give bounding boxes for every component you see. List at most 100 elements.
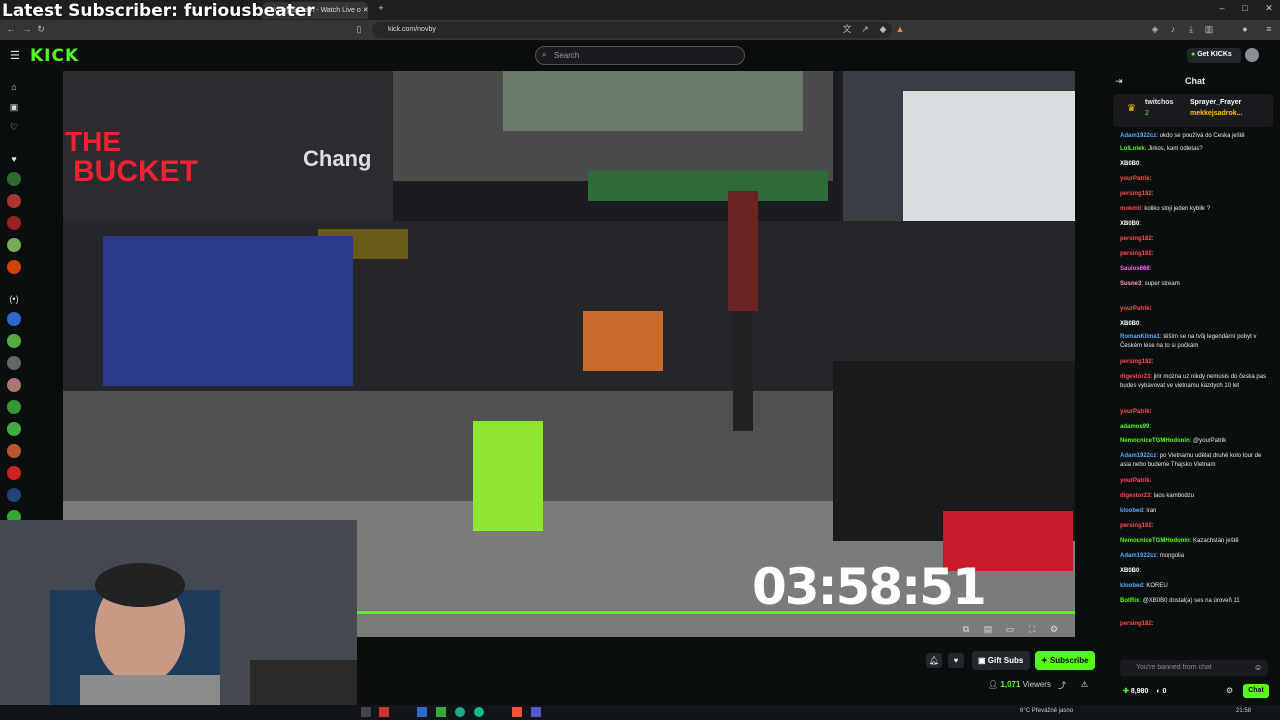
chat-username[interactable]: persing182: [1120, 523, 1152, 529]
follow-heart-icon[interactable]: ♥: [948, 653, 964, 668]
chat-username[interactable]: yourPatrik: [1120, 478, 1150, 484]
chat-username[interactable]: Adam1922cz: [1120, 453, 1156, 459]
chat-username[interactable]: mokmil: [1120, 206, 1141, 212]
bell-icon[interactable]: 🔔︎: [926, 653, 942, 668]
taskbar-app-7[interactable]: [512, 707, 522, 717]
home-icon[interactable]: ⌂: [7, 80, 21, 94]
taskbar-app-6[interactable]: [474, 707, 484, 717]
avatar[interactable]: [1245, 48, 1259, 62]
following-icon[interactable]: ♡: [7, 120, 21, 134]
share-stream-icon[interactable]: ⤴: [1058, 680, 1066, 691]
chat-username[interactable]: persing182: [1120, 236, 1152, 242]
forward-icon[interactable]: →: [22, 24, 32, 34]
gift-subs-button[interactable]: ▣ Gift Subs: [972, 651, 1030, 670]
pip-icon[interactable]: ⧉: [960, 624, 972, 634]
channel-avatar-12[interactable]: [7, 444, 21, 458]
chat-input[interactable]: You're banned from chat: [1120, 660, 1268, 676]
translate-icon[interactable]: 文: [842, 24, 852, 34]
heart-icon[interactable]: ♥: [7, 152, 21, 166]
get-kicks-button[interactable]: ● Get KICKs: [1187, 48, 1241, 63]
chat-username[interactable]: digestor23: [1120, 493, 1150, 499]
chat-username[interactable]: Adam1922cz: [1120, 553, 1156, 559]
menu-icon[interactable]: ≡: [1264, 24, 1274, 34]
channel-avatar-14[interactable]: [7, 488, 21, 502]
chat-username[interactable]: XB0B0: [1120, 321, 1139, 327]
emote-picker-icon[interactable]: ☺: [1254, 663, 1262, 672]
bookmark-icon[interactable]: ▯: [354, 24, 364, 34]
report-icon[interactable]: ⚠: [1081, 680, 1088, 689]
chat-username[interactable]: persing182: [1120, 251, 1152, 257]
channel-avatar-7[interactable]: [7, 334, 21, 348]
chat-username[interactable]: kloobed: [1120, 508, 1143, 514]
url-field[interactable]: kick.com/novby: [372, 22, 892, 38]
live-icon[interactable]: (•): [7, 292, 21, 306]
browse-icon[interactable]: ▣: [7, 100, 21, 114]
chat-username[interactable]: persing182: [1120, 359, 1152, 365]
channel-avatar-11[interactable]: [7, 422, 21, 436]
zero-icon: ◐: [1156, 688, 1161, 695]
channel-avatar-10[interactable]: [7, 400, 21, 414]
channel-avatar-5[interactable]: [7, 260, 21, 274]
taskbar-app-3[interactable]: [417, 707, 427, 717]
chat-username[interactable]: kloobed: [1120, 583, 1143, 589]
progress-bar[interactable]: [357, 611, 1075, 614]
weather[interactable]: 6°C Převážně jasno: [1020, 708, 1073, 714]
channel-avatar-6[interactable]: [7, 312, 21, 326]
chat-username[interactable]: RomanKlima1: [1120, 334, 1160, 340]
channel-avatar-3[interactable]: [7, 216, 21, 230]
extension-icon[interactable]: ▲: [895, 24, 905, 34]
maximize-icon[interactable]: □: [1238, 3, 1252, 13]
chat-username[interactable]: Saulos666: [1120, 266, 1150, 272]
chat-username[interactable]: digestor23: [1120, 374, 1150, 380]
chat-send-button[interactable]: Chat: [1243, 684, 1269, 698]
channel-avatar-13[interactable]: [7, 466, 21, 480]
chat-username[interactable]: LolLolek: [1120, 146, 1145, 152]
fullscreen-icon[interactable]: ⛶: [1026, 624, 1038, 634]
reload-icon[interactable]: ↻: [36, 24, 46, 34]
new-tab-icon[interactable]: +: [374, 3, 388, 13]
taskbar-app-8[interactable]: [531, 707, 541, 717]
hamburger-icon[interactable]: ☰: [10, 49, 20, 62]
music-icon[interactable]: ♪: [1168, 24, 1178, 34]
clip-icon[interactable]: ▤: [982, 624, 994, 634]
window-close-icon[interactable]: ✕: [1262, 3, 1276, 14]
chat-username[interactable]: persing182: [1120, 191, 1152, 197]
profile-icon[interactable]: ●: [1240, 24, 1250, 34]
taskbar-app-1[interactable]: [361, 707, 371, 717]
shield-icon[interactable]: ◆: [878, 24, 888, 34]
chat-username[interactable]: NemocniceTGMHodonin: [1120, 538, 1190, 544]
chat-username[interactable]: persing182: [1120, 621, 1152, 627]
chat-username[interactable]: NemocniceTGMHodonin: [1120, 438, 1190, 444]
taskbar-app-brave[interactable]: [379, 707, 389, 717]
chat-username[interactable]: Susne3: [1120, 281, 1141, 287]
extensions-icon[interactable]: ◈: [1150, 24, 1160, 34]
channel-avatar-1[interactable]: [7, 172, 21, 186]
back-icon[interactable]: ←: [6, 24, 16, 34]
taskbar-app-4[interactable]: [436, 707, 446, 717]
chat-username[interactable]: XB0B0: [1120, 221, 1139, 227]
search-input[interactable]: Search: [535, 46, 745, 65]
chat-username[interactable]: yourPatrik: [1120, 306, 1150, 312]
chat-username[interactable]: XB0B0: [1120, 568, 1139, 574]
chat-username[interactable]: yourPatrik: [1120, 176, 1150, 182]
chat-username[interactable]: Adam1922cz: [1120, 133, 1156, 139]
channel-avatar-2[interactable]: [7, 194, 21, 208]
kick-logo[interactable]: KICK: [30, 46, 79, 66]
chat-username[interactable]: BotRix: [1120, 598, 1139, 604]
chat-username[interactable]: yourPatrik: [1120, 409, 1150, 415]
channel-avatar-8[interactable]: [7, 356, 21, 370]
chat-username[interactable]: adamos99: [1120, 424, 1149, 430]
minimize-icon[interactable]: –: [1215, 3, 1229, 13]
taskbar-app-5[interactable]: [455, 707, 465, 717]
tab-close-icon[interactable]: ✕: [363, 7, 369, 14]
settings-icon[interactable]: ⚙: [1048, 624, 1060, 634]
downloads-icon[interactable]: ⤓: [1186, 24, 1196, 34]
channel-avatar-9[interactable]: [7, 378, 21, 392]
sidepanel-icon[interactable]: ▥: [1204, 24, 1214, 34]
subscribe-button[interactable]: ✦ Subscribe: [1035, 651, 1095, 670]
channel-avatar-4[interactable]: [7, 238, 21, 252]
chat-username[interactable]: XB0B0: [1120, 161, 1139, 167]
chat-settings-icon[interactable]: ⚙: [1226, 686, 1233, 695]
share-icon[interactable]: ↗: [860, 24, 870, 34]
theater-icon[interactable]: ▭: [1004, 624, 1016, 634]
